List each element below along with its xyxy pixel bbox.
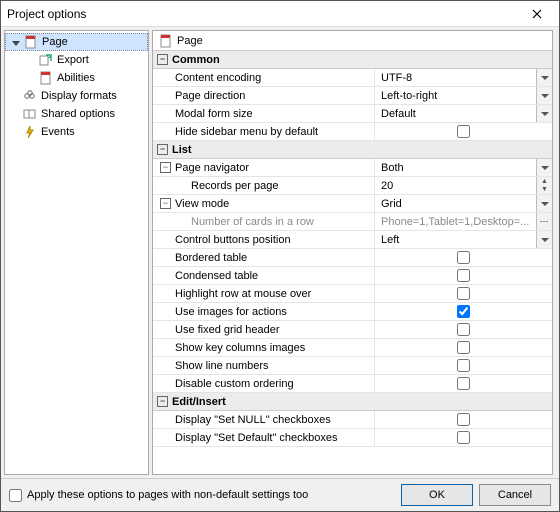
prop-label: Content encoding [153,72,374,84]
prop-label: Control buttons position [153,234,374,246]
nav-item-export[interactable]: Export [5,51,148,69]
display-set-null-checkbox[interactable] [457,413,470,426]
nav-label: Page [42,36,68,48]
content-pane: Page Common Content encoding UTF-8 Page … [152,30,553,475]
nav-item-abilities[interactable]: Abilities [5,69,148,87]
ellipsis-button[interactable]: ⋯ [536,213,552,230]
export-icon [39,53,53,67]
view-mode-select[interactable]: Grid [375,195,552,212]
nav-tree[interactable]: Page Export Abilities Display formats Sh… [4,30,149,475]
prop-label: Page direction [153,90,374,102]
prop-label: Highlight row at mouse over [153,288,374,300]
chevron-down-icon[interactable] [536,159,552,176]
nav-label: Events [41,126,75,138]
section-title: Common [172,54,220,66]
apply-non-default-label[interactable]: Apply these options to pages with non-de… [9,489,308,502]
display-formats-icon [23,89,37,103]
show-line-numbers-checkbox[interactable] [457,359,470,372]
chevron-down-icon[interactable] [536,69,552,86]
section-title: Edit/Insert [172,396,226,408]
collapse-icon[interactable] [157,144,168,155]
content-encoding-select[interactable]: UTF-8 [375,69,552,86]
window-title: Project options [7,7,521,21]
section-title: List [172,144,192,156]
condensed-table-checkbox[interactable] [457,269,470,282]
disable-custom-ordering-checkbox[interactable] [457,377,470,390]
highlight-hover-checkbox[interactable] [457,287,470,300]
nav-item-page[interactable]: Page [5,33,148,51]
prop-label: Condensed table [153,270,374,282]
prop-label: Display "Set Default" checkboxes [153,432,374,444]
page-navigator-select[interactable]: Both [375,159,552,176]
abilities-icon [39,71,53,85]
use-images-actions-checkbox[interactable] [457,305,470,318]
show-key-col-images-checkbox[interactable] [457,341,470,354]
prop-label: Display "Set NULL" checkboxes [153,414,374,426]
cancel-button[interactable]: Cancel [479,484,551,506]
use-fixed-grid-header-checkbox[interactable] [457,323,470,336]
footer: Apply these options to pages with non-de… [1,478,559,511]
shared-options-icon [23,107,37,121]
collapse-icon[interactable] [157,396,168,407]
nav-label: Display formats [41,90,117,102]
prop-label: Hide sidebar menu by default [153,126,374,138]
collapse-icon[interactable] [157,54,168,65]
display-set-default-checkbox[interactable] [457,431,470,444]
prop-label: Number of cards in a row [153,216,374,228]
page-icon [24,35,38,49]
chevron-down-icon[interactable] [536,87,552,104]
collapse-icon[interactable] [160,162,171,173]
apply-non-default-checkbox[interactable] [9,489,22,502]
page-direction-select[interactable]: Left-to-right [375,87,552,104]
prop-label: Use images for actions [153,306,374,318]
chevron-down-icon[interactable] [536,231,552,248]
hide-sidebar-checkbox[interactable] [457,125,470,138]
prop-label: Bordered table [153,252,374,264]
records-per-page-spinner[interactable]: 20 ▲▼ [375,177,552,194]
prop-label: Use fixed grid header [153,324,374,336]
num-cards-editor[interactable]: Phone=1,Tablet=1,Desktop=... ⋯ [375,213,552,230]
content-title: Page [177,35,203,47]
prop-label: Records per page [153,180,374,192]
chevron-down-icon[interactable] [536,195,552,212]
section-common[interactable]: Common [153,51,552,69]
ok-button[interactable]: OK [401,484,473,506]
section-list[interactable]: List [153,141,552,159]
titlebar: Project options [1,1,559,27]
chevron-down-icon[interactable] [536,105,552,122]
events-icon [23,125,37,139]
window-close-button[interactable] [521,4,553,24]
collapse-icon[interactable] [160,198,171,209]
nav-label: Abilities [57,72,95,84]
prop-label: Disable custom ordering [153,378,374,390]
nav-label: Shared options [41,108,115,120]
ctrl-btn-pos-select[interactable]: Left [375,231,552,248]
nav-item-display-formats[interactable]: Display formats [5,87,148,105]
spinner-buttons[interactable]: ▲▼ [536,177,552,194]
bordered-table-checkbox[interactable] [457,251,470,264]
prop-label: Modal form size [153,108,374,120]
prop-label: View mode [153,198,374,210]
section-edit-insert[interactable]: Edit/Insert [153,393,552,411]
prop-label: Show key columns images [153,342,374,354]
modal-form-size-select[interactable]: Default [375,105,552,122]
page-icon [159,34,173,48]
expand-toggle-icon[interactable] [10,36,22,48]
property-grid[interactable]: Common Content encoding UTF-8 Page direc… [153,51,552,474]
prop-label: Show line numbers [153,360,374,372]
nav-label: Export [57,54,89,66]
prop-label: Page navigator [153,162,374,174]
nav-item-events[interactable]: Events [5,123,148,141]
close-icon [532,9,542,19]
nav-item-shared-options[interactable]: Shared options [5,105,148,123]
